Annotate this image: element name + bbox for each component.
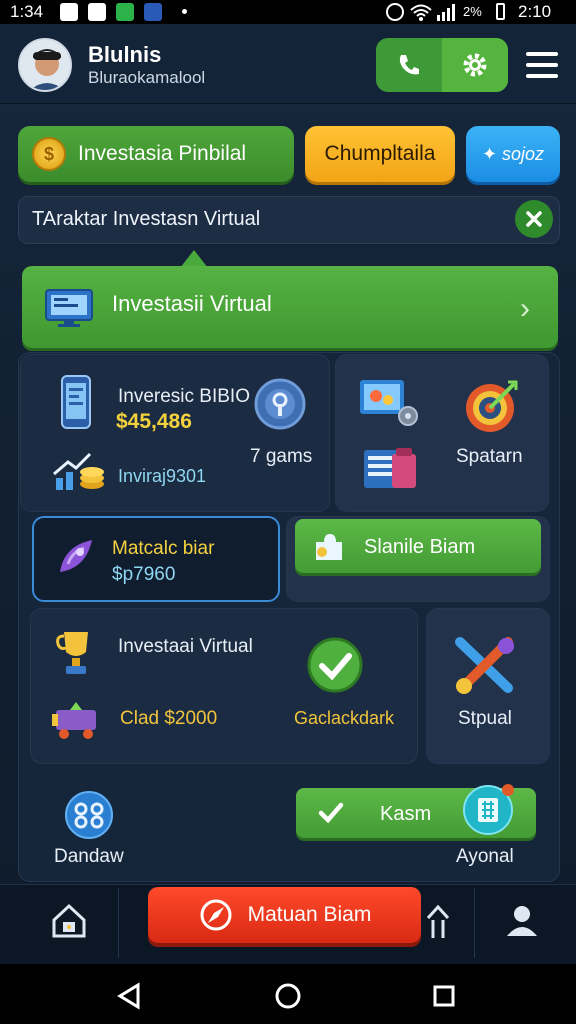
gear-icon	[463, 53, 487, 77]
tab-investasia-label: Investasia Pinbilal	[78, 142, 247, 165]
user-subtitle: Bluraokamalool	[88, 68, 206, 87]
rocket-icon	[60, 540, 92, 572]
investasi-virtual-banner[interactable]	[22, 266, 558, 348]
puzzle-icon	[316, 534, 342, 560]
ayonal-label: Ayonal	[456, 846, 514, 867]
target-icon	[466, 380, 518, 432]
header-button-group	[376, 38, 508, 92]
tab-sojoz-label: ✦ sojoz	[481, 143, 545, 164]
kasm-label: Kasm	[380, 803, 432, 825]
tab-investasia[interactable]: $ Investasia Pinbilal	[18, 126, 294, 182]
menu-icon-line	[526, 74, 558, 78]
trophy-icon	[56, 632, 88, 674]
main-action-label: Matuan Biam	[247, 903, 372, 926]
close-icon	[526, 211, 542, 227]
check-icon	[318, 802, 344, 824]
recents-icon[interactable]	[432, 984, 456, 1008]
status-time-left: 1:34	[10, 2, 44, 21]
status-bar	[0, 0, 576, 24]
malcalc-title: Matcalc biar	[112, 538, 215, 559]
stpual-label: Stpual	[458, 708, 512, 729]
growth-chart-icon	[53, 452, 104, 490]
tab-sojoz[interactable]: ✦ sojoz	[466, 126, 560, 182]
phone-icon	[399, 55, 419, 75]
monitor-icon	[45, 289, 93, 327]
malcalc-amount: $p7960	[112, 564, 176, 585]
back-icon[interactable]	[116, 982, 142, 1010]
games-count: 7 gams	[250, 446, 313, 467]
coin-icon: $	[32, 137, 66, 171]
cart-icon	[52, 702, 96, 739]
check-circle-icon	[307, 637, 363, 693]
calculator-icon	[463, 784, 514, 835]
main-action-button[interactable]: Matuan Biam	[148, 887, 421, 943]
signal-icon	[437, 4, 455, 21]
virtual-title: Investaai Virtual	[118, 636, 253, 657]
menu-icon-line	[526, 52, 558, 56]
dandaw-icon[interactable]	[64, 790, 114, 840]
close-button[interactable]	[515, 200, 553, 238]
more-notifications-dot	[182, 9, 187, 14]
tools-icon	[455, 637, 514, 694]
username: Blulnis	[88, 42, 162, 67]
alarm-icon	[386, 3, 404, 21]
nav-divider	[474, 888, 475, 958]
settings-button[interactable]	[442, 38, 508, 92]
notification-icon	[60, 3, 78, 21]
investor-amount: $45,486	[116, 410, 192, 433]
phone-device-icon	[61, 375, 91, 429]
home-lock-icon[interactable]	[50, 902, 88, 940]
app-notification-icon-2	[144, 3, 162, 21]
virtual-amount: Clad $2000	[120, 708, 218, 729]
avatar[interactable]	[18, 38, 72, 92]
gallery-icon	[360, 380, 418, 426]
info-bar-text: TAraktar Investasn Virtual	[32, 208, 261, 230]
tab-chumpltaila[interactable]: Chumpltaila	[305, 126, 455, 182]
nav-divider	[118, 888, 119, 958]
document-icon	[364, 448, 416, 488]
compass-icon	[200, 899, 232, 931]
home-icon[interactable]	[274, 982, 302, 1010]
mail-icon	[88, 3, 106, 21]
tab-chumpltaila-label: Chumpltaila	[324, 142, 436, 165]
slanile-label: Slanile Biam	[364, 536, 476, 558]
menu-icon-line	[526, 63, 558, 67]
dandaw-label: Dandaw	[54, 846, 124, 867]
battery-icon	[496, 3, 505, 20]
investor-subtext: Inviraj9301	[118, 466, 207, 486]
checkback-label: Gaclackdark	[294, 708, 395, 728]
app-notification-icon	[116, 3, 134, 21]
wifi-icon	[410, 4, 432, 21]
profile-icon[interactable]	[504, 902, 540, 938]
chevron-right-icon: ›	[520, 292, 530, 325]
menu-button[interactable]	[526, 52, 558, 78]
spatarn-label: Spatarn	[456, 446, 523, 467]
status-time-right: 2:10	[518, 2, 552, 21]
investor-title: Inveresic BIBIO	[118, 386, 250, 407]
call-button[interactable]	[376, 38, 442, 92]
banner-label: Investasii Virtual	[112, 291, 272, 316]
coin-gear-icon	[254, 378, 306, 430]
battery-percent: 2%	[463, 4, 482, 19]
arrow-up-icon[interactable]	[424, 904, 452, 940]
